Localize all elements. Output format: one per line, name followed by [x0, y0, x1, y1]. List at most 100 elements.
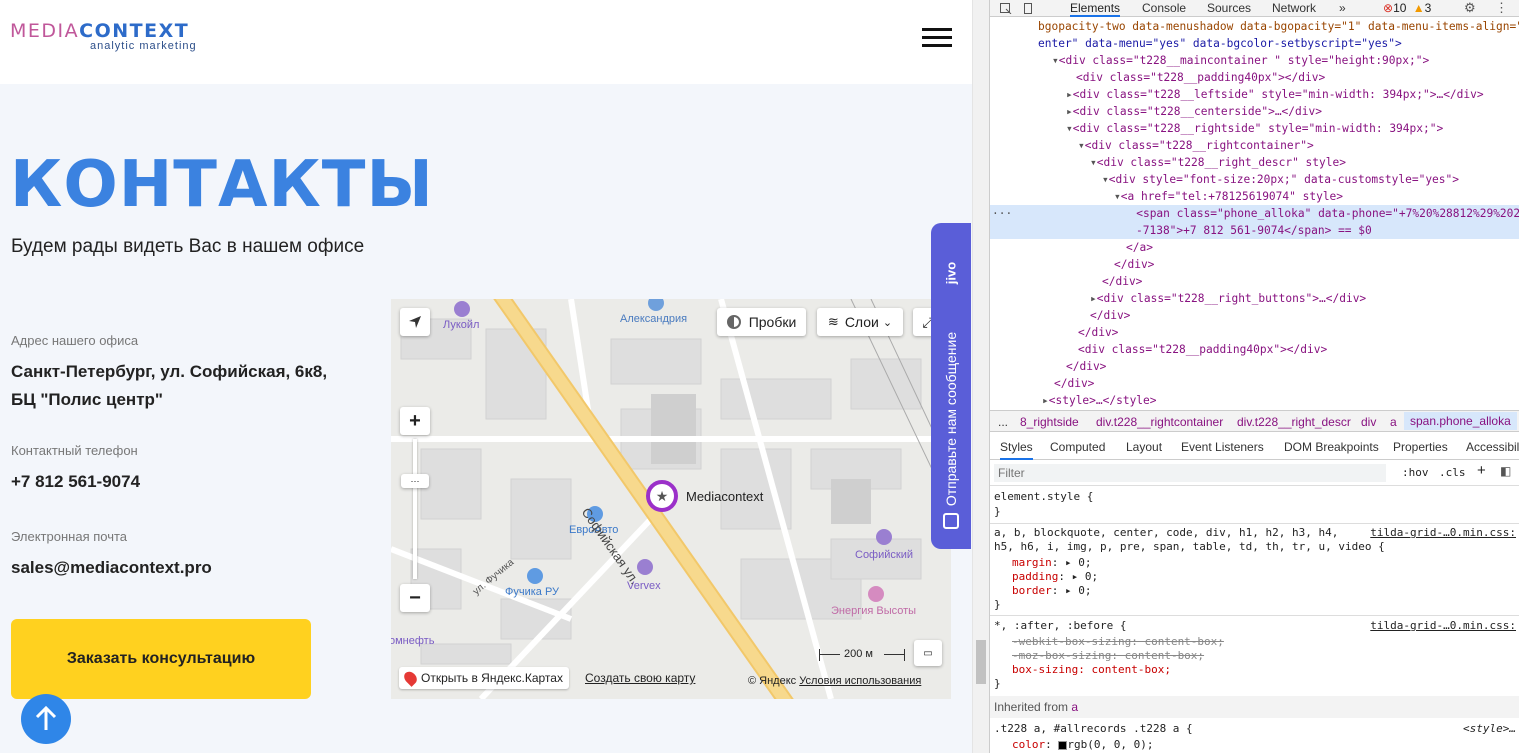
open-in-yandex-maps-button[interactable]: Открыть в Яндекс.Картах	[399, 667, 569, 689]
styles-filter-input[interactable]	[994, 464, 1386, 482]
dom-line[interactable]: ▾<div class="t228__right_descr" style>	[990, 154, 1519, 171]
page-subtitle: Будем рады видеть Вас в нашем офисе	[11, 236, 365, 257]
energia-vysoty-poi-icon[interactable]	[868, 586, 884, 602]
breadcrumb-item[interactable]: div.t228__right_descr	[1237, 415, 1351, 429]
tab-elements[interactable]: Elements	[1070, 1, 1121, 17]
dom-line[interactable]: bgopacity-two data-menushadow data-bgopa…	[990, 18, 1519, 35]
rule-source-link[interactable]: <style>…	[1463, 722, 1516, 735]
order-consultation-button[interactable]: Заказать консультацию	[11, 619, 311, 699]
breadcrumb-item[interactable]: a	[1390, 415, 1397, 429]
css-property-padding[interactable]: padding: ▸ 0;	[994, 570, 1519, 584]
rule-selector[interactable]: h5, h6, i, img, p, pre, span, table, td,…	[994, 540, 1519, 554]
more-tabs-button[interactable]: »	[1339, 1, 1346, 15]
toggle-sidebar-icon[interactable]: ◧	[1500, 464, 1511, 478]
dom-line[interactable]: ▾<div class="t228__rightcontainer">	[990, 137, 1519, 154]
tab-properties[interactable]: Properties	[1393, 440, 1448, 454]
hover-state-toggle[interactable]: :hov	[1402, 466, 1429, 479]
css-property-box-sizing[interactable]: box-sizing: content-box;	[994, 663, 1519, 677]
jivo-chat-tab[interactable]: jivo Отправьте нам сообщение	[931, 223, 971, 549]
scroll-to-top-button[interactable]	[21, 694, 71, 744]
css-property-color[interactable]: color: rgb(0, 0, 0);	[994, 738, 1519, 752]
dom-line[interactable]: ▸<div class="t228__right_buttons">…</div…	[990, 290, 1519, 307]
settings-gear-icon[interactable]: ⚙	[1464, 0, 1476, 16]
dom-line[interactable]: </div>	[990, 307, 1519, 324]
css-property-moz-box-sizing[interactable]: -moz-box-sizing: content-box;	[994, 649, 1519, 663]
dom-line[interactable]: <div class="t228__padding40px"></div>	[990, 69, 1519, 86]
dom-line[interactable]: </div>	[990, 273, 1519, 290]
breadcrumb-item[interactable]: 8_rightside	[1020, 415, 1079, 429]
rule-source-link[interactable]: tilda-grid-…0.min.css:	[1370, 526, 1516, 539]
fuchika-ru-poi-icon[interactable]	[527, 568, 543, 584]
dom-line[interactable]: </a>	[990, 239, 1519, 256]
lukoil-poi-icon[interactable]	[454, 301, 470, 317]
dom-line[interactable]: ▸<style>…</style>	[990, 392, 1519, 409]
sofiyskiy-poi-icon[interactable]	[876, 529, 892, 545]
css-property-margin[interactable]: margin: ▸ 0;	[994, 556, 1519, 570]
element-style-selector[interactable]: element.style {	[994, 490, 1519, 504]
scale-label: 200 м	[844, 648, 873, 660]
inherited-element-link[interactable]: a	[1071, 700, 1078, 714]
tab-dom-breakpoints[interactable]: DOM Breakpoints	[1284, 440, 1379, 454]
vervex-poi-icon[interactable]	[637, 559, 653, 575]
tab-layout[interactable]: Layout	[1126, 440, 1162, 454]
breadcrumb-item[interactable]: div.t228__rightcontainer	[1096, 415, 1223, 429]
dom-line[interactable]: ▾<div style="font-size:20px;" data-custo…	[990, 171, 1519, 188]
rule-source-link[interactable]: tilda-grid-…0.min.css:	[1370, 619, 1516, 632]
zoom-slider-handle[interactable]: ⋯	[401, 474, 429, 488]
dom-line[interactable]: </div>	[990, 375, 1519, 392]
dom-line[interactable]: </div>	[990, 324, 1519, 341]
phone-link[interactable]: +7 812 561-9074	[11, 468, 140, 496]
tab-network[interactable]: Network	[1272, 1, 1316, 15]
inherited-from-header: Inherited from a	[990, 696, 1519, 718]
create-map-link[interactable]: Создать свою карту	[585, 671, 695, 685]
css-property-border[interactable]: border: ▸ 0;	[994, 584, 1519, 598]
dom-line[interactable]: </div>	[990, 358, 1519, 375]
tab-event-listeners[interactable]: Event Listeners	[1181, 440, 1264, 454]
breadcrumb-current[interactable]: span.phone_alloka	[1404, 412, 1517, 430]
dom-line[interactable]: ▾<div class="t228__maincontainer " style…	[990, 52, 1519, 69]
email-link[interactable]: sales@mediacontext.pro	[11, 554, 212, 582]
ruler-button[interactable]: ▭	[914, 640, 942, 666]
mediacontext-logo[interactable]: MEDIACONTEXT analytic marketing	[10, 20, 210, 52]
dom-line[interactable]: ▸<div class="t228__leftside" style="min-…	[990, 86, 1519, 103]
dom-line[interactable]: <div class="t228__padding40px"></div>	[990, 341, 1519, 358]
tab-accessibility[interactable]: Accessibili	[1466, 440, 1519, 454]
breadcrumb-item[interactable]: div	[1361, 415, 1376, 429]
tab-console[interactable]: Console	[1142, 1, 1186, 15]
geolocation-button[interactable]	[400, 308, 430, 336]
zoom-out-button[interactable]: −	[400, 584, 430, 612]
device-toolbar-icon[interactable]	[1022, 3, 1034, 14]
layers-button[interactable]: ≋ Слои ⌄	[817, 308, 903, 336]
more-options-icon[interactable]: ⋮	[1495, 0, 1508, 16]
terms-link[interactable]: Условия использования	[799, 675, 921, 687]
tab-styles[interactable]: Styles	[1000, 440, 1033, 460]
dom-line[interactable]: ▾<div class="t228__rightside" style="min…	[990, 120, 1519, 137]
dom-line[interactable]: ▸<div class="t228__centerside">…</div>	[990, 103, 1519, 120]
dom-line-selected[interactable]: -7138">+7 812 561-9074</span> == $0	[990, 222, 1519, 239]
dom-line[interactable]: enter" data-menu="yes" data-bgcolor-setb…	[990, 35, 1519, 52]
scale-bar: 200 м	[819, 648, 905, 661]
hamburger-menu-icon[interactable]	[922, 27, 952, 49]
zoom-slider-track[interactable]	[413, 439, 417, 579]
yandex-pin-icon	[401, 669, 420, 687]
rule-selector[interactable]: .t228 a, #allrecords .t228 a {	[994, 722, 1519, 736]
tab-sources[interactable]: Sources	[1207, 1, 1251, 15]
zoom-in-button[interactable]: +	[400, 407, 430, 435]
css-property-webkit-box-sizing[interactable]: -webkit-box-sizing: content-box;	[994, 635, 1519, 649]
office-marker-icon[interactable]: ★	[646, 480, 678, 512]
traffic-label: Пробки	[748, 314, 797, 330]
new-style-rule-icon[interactable]: +	[1477, 462, 1486, 479]
traffic-button[interactable]: Пробки	[717, 308, 806, 336]
page-scrollbar[interactable]	[972, 0, 989, 753]
issues-counter[interactable]: ⊗10 ▲3	[1383, 1, 1431, 15]
tab-computed[interactable]: Computed	[1050, 440, 1105, 454]
dom-line[interactable]: ▾<a href="tel:+78125619074" style>	[990, 188, 1519, 205]
dom-line-selected[interactable]: ··· <span class="phone_alloka" data-phone…	[990, 205, 1519, 222]
dom-line[interactable]: </div>	[990, 256, 1519, 273]
scrollbar-thumb[interactable]	[976, 640, 986, 684]
breadcrumb-more[interactable]: ...	[998, 415, 1008, 429]
inspect-element-icon[interactable]	[1000, 3, 1012, 14]
yandex-map[interactable]: Лукойл Александрия ЕвроАвто Vervex Фучик…	[391, 299, 951, 699]
class-toggle[interactable]: .cls	[1439, 466, 1466, 479]
email-block: Электронная почта sales@mediacontext.pro	[11, 529, 212, 582]
